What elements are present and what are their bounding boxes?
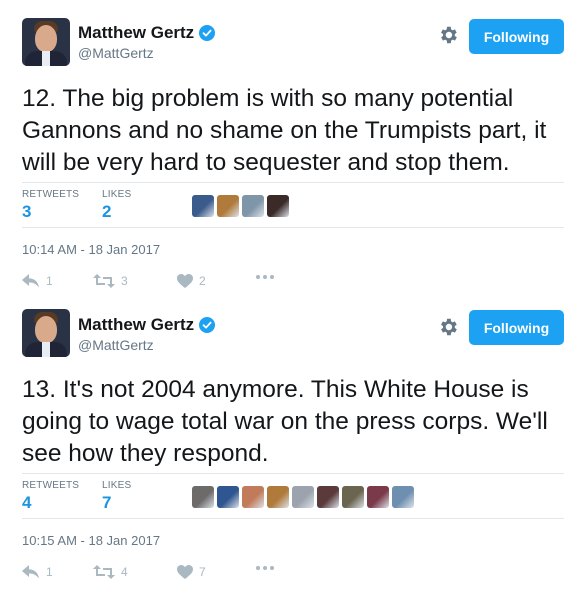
liker-avatar[interactable]	[342, 486, 364, 508]
liker-avatar[interactable]	[217, 486, 239, 508]
liker-avatar[interactable]	[192, 195, 214, 217]
tweet-text: 13. It's not 2004 anymore. This White Ho…	[22, 376, 548, 467]
like-count: 7	[199, 565, 206, 579]
heart-icon	[177, 274, 193, 288]
heart-icon	[177, 565, 193, 579]
likes-stat[interactable]: LIKES 2	[102, 189, 131, 222]
tweet-timestamp[interactable]: 10:14 AM - 18 Jan 2017	[22, 242, 160, 257]
tweet-1: Matthew Gertz @MattGertz Following 12. T…	[0, 0, 588, 300]
liker-avatar[interactable]	[392, 486, 414, 508]
reply-count: 1	[46, 565, 53, 579]
author-row: Matthew Gertz	[78, 23, 216, 43]
retweet-count: 4	[121, 565, 128, 579]
author-row: Matthew Gertz	[78, 315, 216, 335]
liker-avatar[interactable]	[267, 486, 289, 508]
retweet-count: 3	[121, 274, 128, 288]
liker-avatar[interactable]	[292, 486, 314, 508]
liker-avatar[interactable]	[367, 486, 389, 508]
liker-avatar[interactable]	[267, 195, 289, 217]
more-button[interactable]	[255, 565, 275, 571]
tweet-text: 12. The big problem is with so many pote…	[22, 85, 547, 176]
reply-count: 1	[46, 274, 53, 288]
reply-button[interactable]: 1	[22, 274, 53, 288]
liker-avatar[interactable]	[242, 486, 264, 508]
avatar[interactable]	[22, 309, 70, 357]
retweets-label: RETWEETS	[22, 480, 80, 491]
likes-label: LIKES	[102, 480, 132, 491]
liker-avatar[interactable]	[192, 486, 214, 508]
verified-badge-icon	[199, 317, 216, 333]
retweets-label: RETWEETS	[22, 189, 80, 200]
more-dots-icon	[256, 275, 274, 279]
tweet-stats: RETWEETS 4 LIKES 7	[22, 473, 564, 519]
likers-avatars	[192, 486, 414, 508]
like-button[interactable]: 2	[177, 274, 206, 288]
more-button[interactable]	[255, 274, 275, 280]
like-button[interactable]: 7	[177, 565, 206, 579]
reply-icon	[22, 565, 39, 579]
liker-avatar[interactable]	[242, 195, 264, 217]
author-handle[interactable]: @MattGertz	[78, 337, 154, 353]
reply-button[interactable]: 1	[22, 565, 53, 579]
liker-avatar[interactable]	[217, 195, 239, 217]
likes-count: 2	[102, 202, 112, 221]
likes-stat[interactable]: LIKES 7	[102, 480, 131, 513]
more-dots-icon	[256, 566, 274, 570]
retweet-button[interactable]: 3	[93, 274, 128, 288]
author-name[interactable]: Matthew Gertz	[78, 315, 194, 335]
verified-badge-icon	[199, 25, 216, 41]
gear-icon[interactable]	[437, 316, 459, 338]
following-button[interactable]: Following	[469, 19, 564, 54]
retweet-icon	[93, 565, 115, 579]
author-handle[interactable]: @MattGertz	[78, 45, 154, 61]
retweet-button[interactable]: 4	[93, 565, 128, 579]
author-name[interactable]: Matthew Gertz	[78, 23, 194, 43]
avatar[interactable]	[22, 18, 70, 66]
likes-count: 7	[102, 493, 112, 512]
liker-avatar[interactable]	[317, 486, 339, 508]
retweets-count: 4	[22, 493, 32, 512]
tweet-timestamp[interactable]: 10:15 AM - 18 Jan 2017	[22, 533, 160, 548]
retweets-stat[interactable]: RETWEETS 4	[22, 480, 79, 513]
likers-avatars	[192, 195, 289, 217]
tweet-stats: RETWEETS 3 LIKES 2	[22, 182, 564, 228]
like-count: 2	[199, 274, 206, 288]
gear-icon[interactable]	[437, 24, 459, 46]
retweet-icon	[93, 274, 115, 288]
likes-label: LIKES	[102, 189, 132, 200]
retweets-count: 3	[22, 202, 32, 221]
reply-icon	[22, 274, 39, 288]
tweet-2: Matthew Gertz @MattGertz Following 13. I…	[0, 291, 588, 591]
retweets-stat[interactable]: RETWEETS 3	[22, 189, 79, 222]
following-button[interactable]: Following	[469, 310, 564, 345]
